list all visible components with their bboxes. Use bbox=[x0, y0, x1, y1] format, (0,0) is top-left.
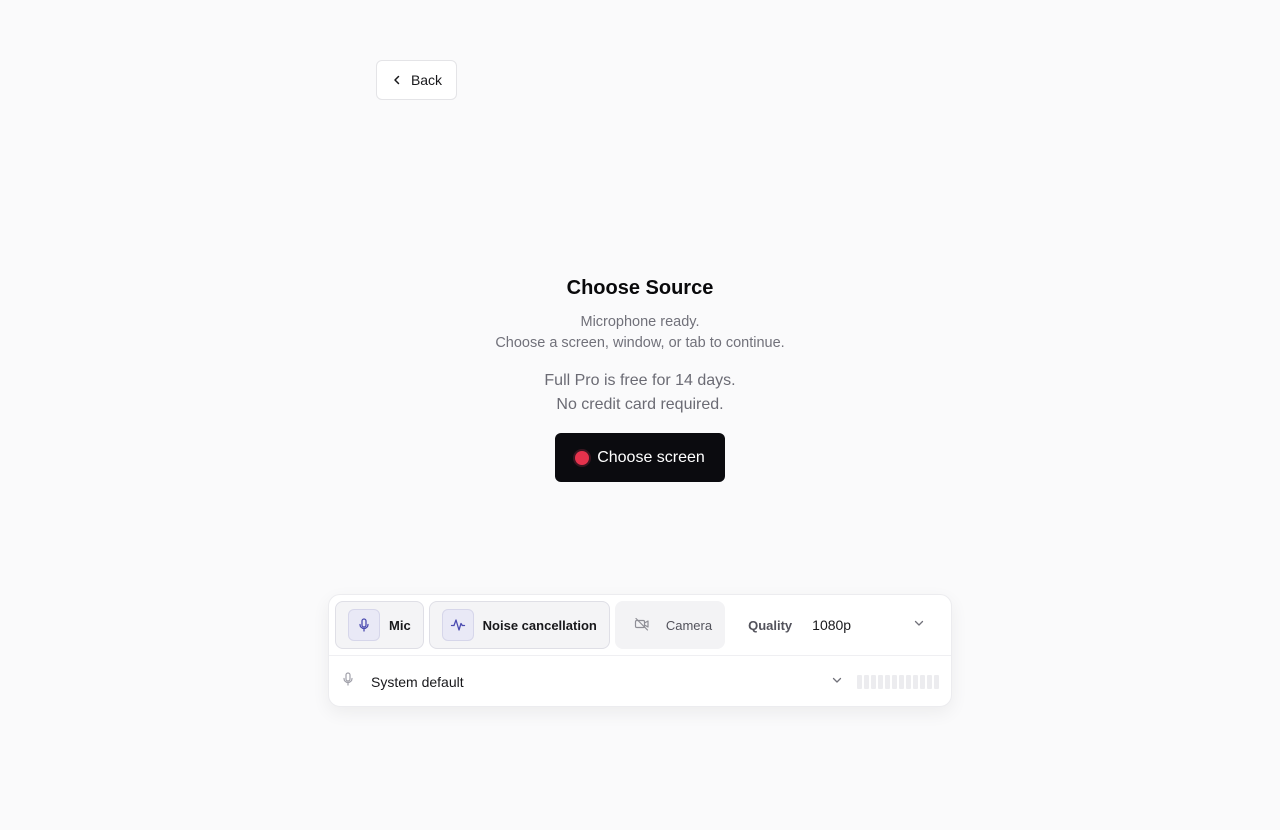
device-row: System default bbox=[329, 656, 951, 707]
noise-cancellation-label: Noise cancellation bbox=[482, 617, 597, 633]
recording-controls-panel: Mic Noise cancellation Camera Quality 10… bbox=[328, 594, 952, 707]
choose-screen-button[interactable]: Choose screen bbox=[555, 433, 725, 482]
promo-line-1: Full Pro is free for 14 days. bbox=[544, 372, 736, 389]
meter-segment bbox=[899, 674, 904, 689]
choose-screen-label: Choose screen bbox=[597, 448, 705, 466]
promo-line-2: No credit card required. bbox=[556, 396, 724, 413]
camera-label: Camera bbox=[665, 617, 713, 633]
mic-label: Mic bbox=[389, 617, 411, 633]
meter-segment bbox=[864, 674, 869, 689]
meter-segment bbox=[871, 674, 876, 689]
toggle-row: Mic Noise cancellation Camera Quality 10… bbox=[329, 595, 951, 656]
meter-segment bbox=[913, 674, 918, 689]
camera-toggle[interactable]: Camera bbox=[614, 601, 726, 649]
meter-segment bbox=[920, 674, 925, 689]
meter-segment bbox=[906, 674, 911, 689]
page-title: Choose Source bbox=[566, 277, 714, 299]
quality-select-value[interactable]: 1080p bbox=[812, 617, 851, 633]
page: Back Choose Source Microphone ready. Cho… bbox=[0, 0, 1280, 830]
chevron-down-icon[interactable] bbox=[831, 673, 843, 691]
audio-level-meter bbox=[857, 674, 939, 689]
meter-segment bbox=[927, 674, 932, 689]
quality-label: Quality bbox=[748, 617, 793, 633]
microphone-icon bbox=[341, 671, 355, 692]
microphone-icon bbox=[348, 609, 380, 641]
meter-segment bbox=[885, 674, 890, 689]
camera-off-icon bbox=[634, 616, 650, 635]
meter-segment bbox=[857, 674, 862, 689]
promo-text: Full Pro is free for 14 days. No credit … bbox=[0, 369, 1280, 417]
mic-toggle[interactable]: Mic bbox=[335, 601, 424, 649]
status-text: Microphone ready. Choose a screen, windo… bbox=[0, 312, 1280, 354]
chevron-down-icon[interactable] bbox=[913, 616, 925, 634]
source-chooser: Choose Source Microphone ready. Choose a… bbox=[0, 275, 1280, 482]
waveform-icon bbox=[441, 609, 474, 641]
meter-segment bbox=[892, 674, 897, 689]
back-button[interactable]: Back bbox=[376, 60, 457, 100]
meter-segment bbox=[934, 674, 939, 689]
meter-segment bbox=[878, 674, 883, 689]
status-line-1: Microphone ready. bbox=[580, 314, 700, 330]
back-label: Back bbox=[410, 72, 443, 88]
status-line-2: Choose a screen, window, or tab to conti… bbox=[495, 335, 785, 351]
chevron-left-icon bbox=[391, 74, 403, 86]
record-dot-icon bbox=[575, 450, 590, 465]
noise-cancellation-toggle[interactable]: Noise cancellation bbox=[428, 601, 610, 649]
microphone-device-select[interactable]: System default bbox=[371, 674, 464, 690]
